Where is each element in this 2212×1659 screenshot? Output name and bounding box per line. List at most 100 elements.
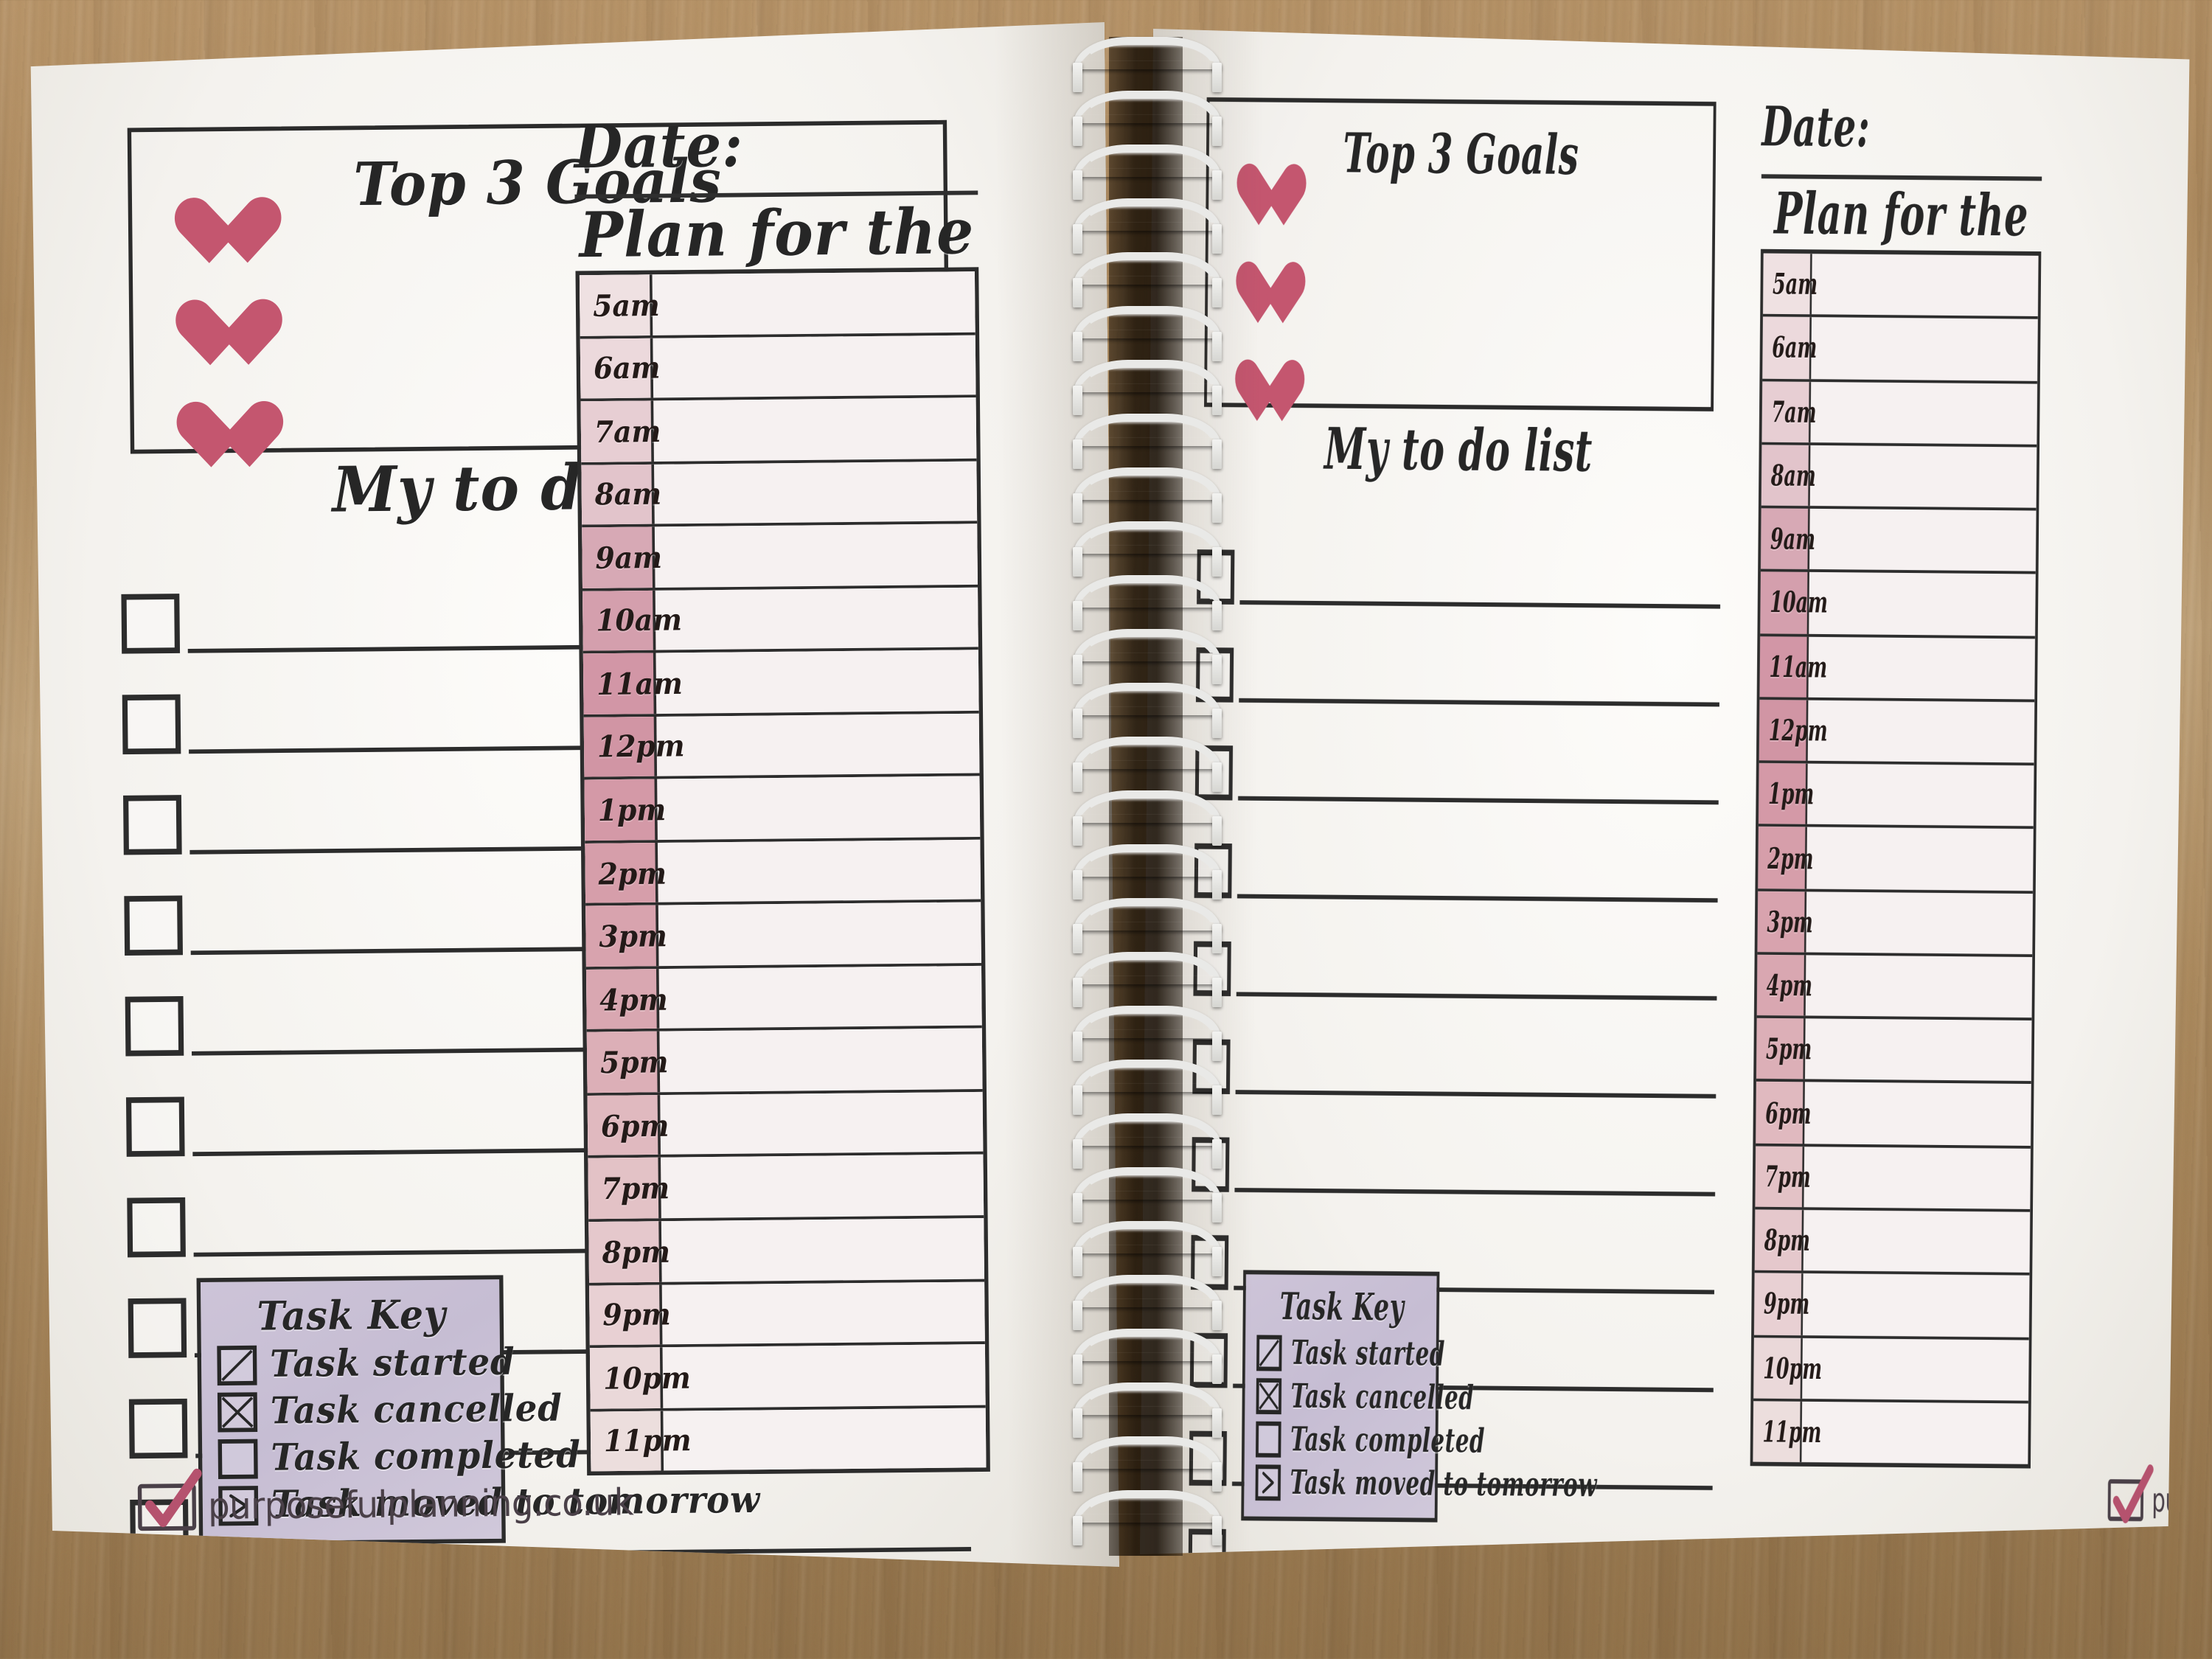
schedule-slot[interactable]: 10pm [1753, 1337, 2028, 1403]
schedule-slot[interactable]: 10am [582, 587, 978, 654]
schedule-slot-entry[interactable] [654, 461, 977, 524]
schedule-slot[interactable]: 9am [582, 524, 978, 591]
to-do-row[interactable] [1196, 604, 1720, 706]
to-do-row[interactable] [1187, 1584, 1711, 1659]
schedule-slot-entry[interactable] [1810, 381, 2037, 444]
schedule-slot-entry[interactable] [1804, 1082, 2031, 1145]
schedule-slot-entry[interactable] [1806, 955, 2033, 1018]
schedule-slot[interactable]: 4pm [1757, 955, 2032, 1021]
schedule-slot-entry[interactable] [653, 335, 975, 398]
schedule-slot-entry[interactable] [653, 271, 975, 335]
to-do-checkbox[interactable] [121, 594, 180, 653]
to-do-row[interactable] [131, 1652, 973, 1659]
to-do-row[interactable] [131, 1551, 972, 1659]
to-do-checkbox[interactable] [131, 1600, 190, 1659]
schedule-slot[interactable]: 7am [1761, 381, 2037, 448]
schedule-slot-entry[interactable] [656, 713, 979, 776]
schedule-slot[interactable]: 6pm [588, 1092, 984, 1159]
schedule-slot[interactable]: 1pm [584, 776, 980, 844]
schedule-slot[interactable]: 6pm [1756, 1082, 2031, 1149]
schedule-slot-entry[interactable] [661, 1155, 984, 1218]
schedule-slot[interactable]: 7pm [588, 1155, 984, 1222]
schedule-slot-entry[interactable] [1802, 1338, 2029, 1400]
to-do-checkbox[interactable] [125, 996, 184, 1056]
to-do-row[interactable] [1192, 1094, 1716, 1197]
schedule-slot-entry[interactable] [657, 776, 980, 840]
schedule-slot-entry[interactable] [655, 524, 978, 587]
schedule-slot-entry[interactable] [1812, 254, 2039, 316]
schedule-slot[interactable]: 5am [580, 271, 975, 338]
schedule-slot[interactable]: 9pm [589, 1281, 985, 1348]
schedule-slot[interactable]: 10pm [590, 1344, 986, 1411]
schedule-slot-entry[interactable] [1810, 445, 2037, 508]
schedule-slot-entry[interactable] [1808, 636, 2035, 699]
schedule-slot[interactable]: 5pm [587, 1029, 983, 1096]
schedule-slot[interactable]: 12pm [584, 713, 980, 780]
schedule-slot-entry[interactable] [661, 1218, 984, 1281]
schedule-slot[interactable]: 11am [1759, 636, 2034, 702]
schedule-slot[interactable]: 1pm [1759, 763, 2034, 830]
to-do-row[interactable] [1192, 996, 1717, 1099]
schedule-slot[interactable]: 2pm [1758, 827, 2033, 894]
schedule-slot[interactable]: 7pm [1755, 1146, 2030, 1212]
schedule-slot-entry[interactable] [662, 1344, 985, 1408]
schedule-slot-entry[interactable] [1801, 1402, 2028, 1464]
schedule-slot[interactable]: 3pm [1757, 891, 2032, 957]
schedule-slot-entry[interactable] [1811, 318, 2038, 380]
to-do-checkbox[interactable] [127, 1197, 186, 1257]
schedule-slot-entry[interactable] [1807, 764, 2034, 827]
schedule-slot-entry[interactable] [655, 650, 978, 714]
schedule-slot[interactable]: 11pm [591, 1408, 987, 1472]
schedule-slot-entry[interactable] [1809, 573, 2036, 636]
schedule-slot[interactable]: 8am [1761, 445, 2037, 511]
schedule-slot-entry[interactable] [1806, 827, 2034, 890]
schedule-slot-entry[interactable] [659, 966, 982, 1029]
schedule-slot-entry[interactable] [1809, 509, 2037, 571]
schedule-slot[interactable]: 7am [581, 397, 977, 465]
schedule-slot[interactable]: 8pm [1755, 1210, 2030, 1276]
schedule-slot[interactable]: 5am [1763, 254, 2038, 320]
schedule-slot-entry[interactable] [662, 1281, 985, 1344]
schedule-slot-entry[interactable] [658, 839, 981, 902]
to-do-row[interactable] [1195, 702, 1719, 804]
to-do-checkbox[interactable] [1187, 1627, 1225, 1659]
schedule-slot[interactable]: 10am [1760, 572, 2035, 639]
to-do-checkbox[interactable] [123, 795, 182, 855]
schedule-slot-entry[interactable] [653, 397, 976, 461]
to-do-checkbox[interactable] [124, 896, 183, 956]
schedule-slot-entry[interactable] [1805, 1019, 2032, 1082]
schedule-slot[interactable]: 8pm [588, 1218, 984, 1285]
to-do-row[interactable] [1194, 800, 1719, 902]
schedule-slot[interactable]: 3pm [585, 902, 981, 970]
to-do-checkbox[interactable] [122, 695, 181, 754]
brand-logo[interactable]: purposefulplanning.co.uk [2108, 1479, 2212, 1523]
schedule-slot-entry[interactable] [1804, 1147, 2031, 1209]
to-do-checkbox[interactable] [128, 1298, 187, 1357]
schedule-slot-entry[interactable] [660, 1092, 983, 1155]
schedule-slot[interactable]: 11am [583, 650, 979, 717]
schedule-slot[interactable]: 4pm [586, 966, 982, 1033]
schedule-slot[interactable]: 5pm [1756, 1018, 2031, 1085]
schedule-slot-entry[interactable] [655, 587, 978, 650]
schedule-slot[interactable]: 9pm [1754, 1273, 2029, 1340]
to-do-checkbox[interactable] [129, 1399, 188, 1458]
schedule-slot-entry[interactable] [1804, 1210, 2031, 1273]
schedule-slot-entry[interactable] [659, 1029, 982, 1092]
schedule-slot[interactable]: 11pm [1753, 1401, 2028, 1464]
to-do-row[interactable] [1193, 898, 1717, 1001]
brand-logo[interactable]: purposefulplanning.co.uk [138, 1479, 634, 1531]
schedule-slot[interactable]: 12pm [1759, 700, 2034, 766]
schedule-slot[interactable]: 8am [581, 461, 977, 528]
to-do-checkbox[interactable] [126, 1096, 185, 1156]
to-do-row[interactable] [1197, 507, 1721, 609]
schedule-slot-entry[interactable] [658, 902, 981, 966]
to-do-write-line[interactable] [1231, 1579, 1712, 1588]
schedule-slot[interactable]: 6am [1762, 317, 2037, 383]
schedule-slot[interactable]: 6am [580, 335, 976, 402]
schedule-slot[interactable]: 2pm [585, 839, 981, 906]
schedule-slot-entry[interactable] [1803, 1274, 2030, 1337]
schedule-slot-entry[interactable] [1806, 891, 2033, 954]
schedule-slot-entry[interactable] [1808, 700, 2035, 762]
schedule-slot-entry[interactable] [663, 1408, 986, 1471]
to-do-write-line[interactable] [198, 1648, 973, 1659]
